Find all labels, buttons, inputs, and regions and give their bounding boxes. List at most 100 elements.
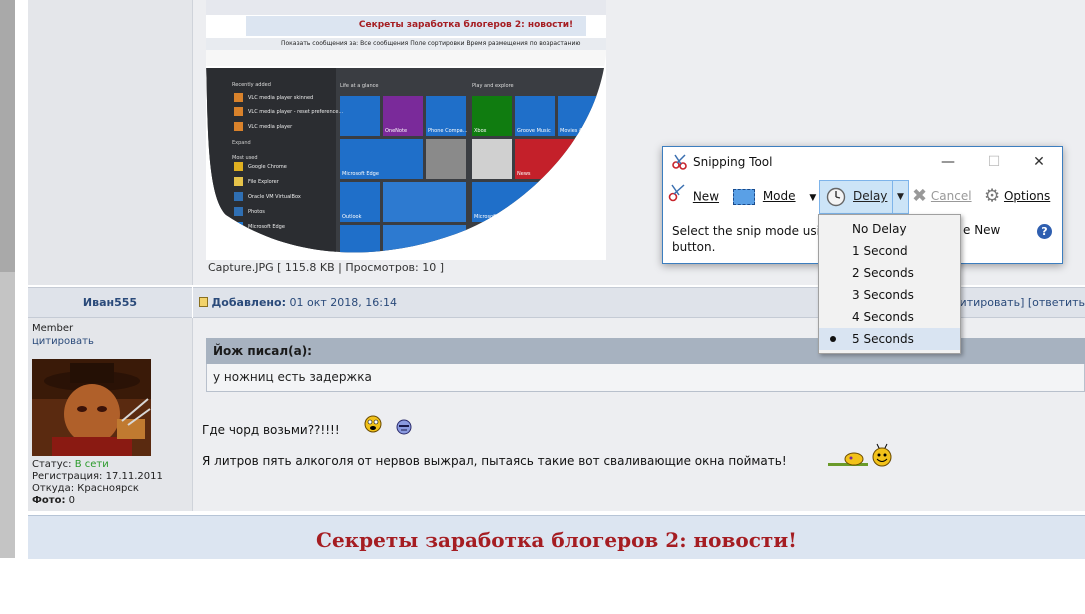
start-life-header: Life at a glance [340, 83, 379, 89]
cancel-button[interactable]: ✖ Cancel [912, 184, 972, 208]
mode-label: Mode [762, 189, 796, 203]
smiley-lying-icon [828, 450, 868, 471]
prev-post-user-column [28, 0, 193, 285]
delay-menu: No Delay 1 Second 2 Seconds 3 Seconds 4 … [818, 214, 961, 354]
tile-label: Groove Music [517, 128, 551, 134]
filter-show-value: Все сообщения [360, 40, 409, 47]
snipping-tool-toolbar: New Mode ▼ Delay ▼ ✖ Cancel ⚙ Options [663, 179, 1062, 214]
menu-item-label: 2 Seconds [852, 266, 914, 280]
banner-title: Секреты заработка блогеров 2: новости! [316, 528, 797, 552]
new-snip-shape [668, 184, 685, 202]
menu-item-label: 4 Seconds [852, 310, 914, 324]
page-left-strip [0, 0, 15, 272]
delay-menu-item-3-seconds[interactable]: 3 Seconds [819, 284, 960, 306]
snip-instructions: Select the snip mode using button. [672, 223, 835, 255]
tile-label: Microsoft Store [474, 214, 512, 220]
start-recent-item: VLC media player [248, 124, 293, 130]
forum-banner[interactable]: Секреты заработка блогеров 2: новости! [28, 515, 1085, 559]
post-date-value: 01 окт 2018, 16:14 [289, 296, 397, 309]
menu-item-label: 1 Second [852, 244, 908, 258]
instructions-text: Select the snip mode using [672, 224, 836, 238]
close-button[interactable]: ✕ [1019, 151, 1059, 173]
start-recent-header: Recently added [232, 82, 271, 88]
delay-menu-item-2-seconds[interactable]: 2 Seconds [819, 262, 960, 284]
smiley-scared-icon [363, 414, 383, 437]
start-most-used-item: Photos [248, 209, 265, 215]
start-expand: Expand [232, 140, 251, 146]
window-title: Snipping Tool [693, 155, 773, 169]
screenshot-inner-filter: Показать сообщения за: Все сообщения Пол… [281, 40, 580, 47]
delay-button[interactable]: Delay ▼ [819, 180, 909, 214]
message-line-2: Я литров пять алкоголя от нервов выжрал,… [202, 454, 787, 468]
location-label: Откуда: [32, 483, 75, 494]
avatar-image [32, 359, 151, 456]
smiley-wave-shape [872, 443, 892, 467]
tile-label: OneNote [385, 128, 408, 134]
quote-body: у ножниц есть задержка [206, 364, 1085, 392]
smiley-scared-shape [364, 415, 382, 433]
start-recent-item: VLC media player - reset preference... [248, 109, 344, 115]
user-rank: Member [32, 323, 74, 334]
instructions-tail: e New [963, 223, 1001, 237]
selected-bullet-icon [830, 336, 836, 342]
tile-label: Movies & TV [560, 128, 591, 134]
help-icon[interactable]: ? [1037, 224, 1052, 239]
maximize-icon: ☐ [987, 154, 1001, 170]
delay-menu-item-1-second[interactable]: 1 Second [819, 240, 960, 262]
cancel-x-icon: ✖ [912, 185, 928, 207]
screenshot-inner-banner: Секреты заработка блогеров 2: новости! [358, 20, 574, 30]
delay-menu-item-5-seconds[interactable]: 5 Seconds [819, 328, 960, 350]
post-header-user: Иван555 [28, 287, 192, 318]
message-line-1: Где чорд возьми??!!!! [202, 423, 340, 437]
mode-dropdown-icon[interactable]: ▼ [809, 193, 816, 203]
scissors-icon [671, 154, 689, 173]
delay-label: Delay [853, 189, 888, 203]
post-username[interactable]: Иван555 [28, 296, 192, 309]
delay-dropdown-icon[interactable]: ▼ [892, 181, 908, 213]
smiley-blue-icon [396, 419, 412, 438]
tile-label: News [517, 171, 531, 177]
location-value: Красноярск [77, 483, 139, 494]
start-most-used-item: Oracle VM VirtualBox [248, 194, 301, 200]
filter-sort-label: Поле сортировки [410, 40, 465, 47]
user-quote-link[interactable]: цитировать [32, 336, 94, 347]
avatar[interactable] [32, 359, 151, 456]
clock-shape [826, 187, 846, 207]
photos-label: Фото: [32, 495, 66, 506]
smiley-lying-shape [828, 452, 868, 466]
maximize-button[interactable]: ☐ [974, 151, 1014, 173]
quote-text: у ножниц есть задержка [213, 370, 372, 384]
new-label: New [692, 189, 720, 204]
user-status: Статус: В сети [32, 459, 109, 470]
new-button[interactable]: New [667, 184, 719, 208]
options-button[interactable]: ⚙ Options [984, 184, 1050, 208]
minimize-button[interactable]: — [928, 151, 968, 173]
start-play-header: Play and explore [472, 83, 514, 89]
delay-menu-item-4-seconds[interactable]: 4 Seconds [819, 306, 960, 328]
tile-label: Phone Compa... [428, 128, 468, 134]
status-value: В сети [74, 459, 109, 470]
delay-menu-item-no-delay[interactable]: No Delay [819, 218, 960, 240]
mode-button[interactable]: Mode ▼ [733, 184, 816, 208]
mode-icon [733, 188, 755, 205]
status-label: Статус: [32, 459, 72, 470]
snipping-tool-titlebar[interactable]: Snipping Tool — ☐ ✕ [663, 147, 1062, 177]
quote-author: Йож писал(а): [213, 344, 312, 358]
start-most-used-item: Google Chrome [248, 164, 287, 170]
user-registration: Регистрация: 17.11.2011 [32, 471, 163, 482]
user-location: Откуда: Красноярск [32, 483, 139, 494]
tile-label: Xbox [474, 128, 487, 134]
scissors-shape [672, 154, 687, 170]
registration-value: 17.11.2011 [105, 471, 163, 482]
filter-order-value: по возрастанию [529, 40, 581, 47]
filter-sort-value: Время размещения [466, 40, 528, 47]
minimize-icon: — [941, 154, 955, 170]
cancel-label: Cancel [930, 189, 972, 203]
message-text: Я литров пять алкоголя от нервов выжрал,… [202, 454, 787, 468]
post-actions[interactable]: [цитировать] [ответить [948, 296, 1085, 309]
attached-screenshot[interactable]: Секреты заработка блогеров 2: новости! П… [206, 0, 606, 260]
clock-icon [826, 187, 846, 210]
options-label: Options [1003, 189, 1051, 203]
start-most-used-item: Microsoft Edge [248, 224, 285, 230]
message-text: Где чорд возьми??!!!! [202, 423, 340, 437]
